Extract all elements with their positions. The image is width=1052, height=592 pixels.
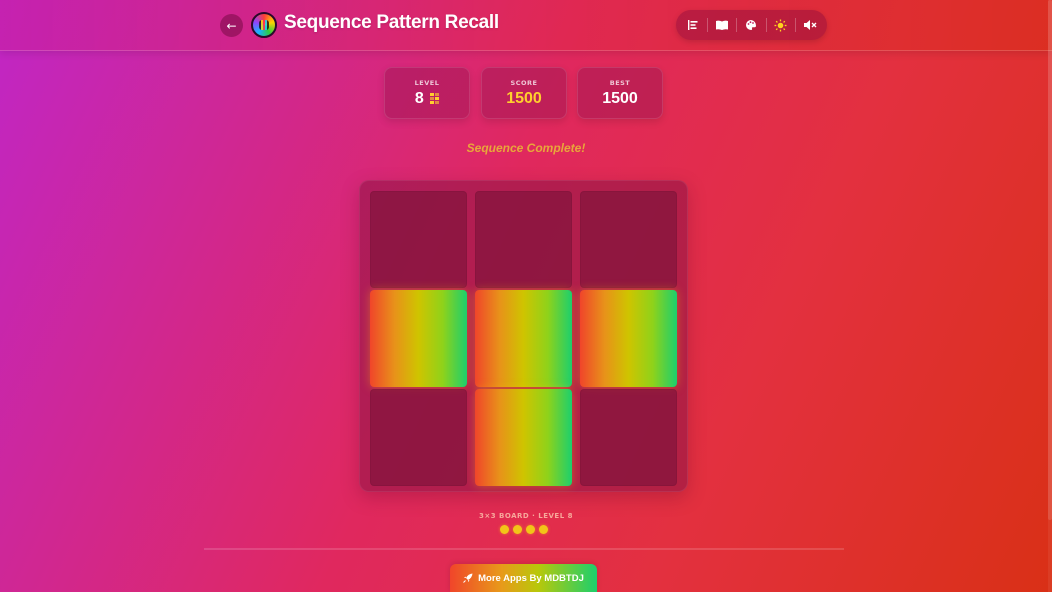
arrow-left-icon: ←	[226, 18, 237, 33]
level-value: 8	[414, 90, 424, 107]
progress-dots	[500, 525, 548, 534]
board-tile-2-1[interactable]	[475, 389, 572, 486]
book-icon	[716, 20, 729, 30]
board-tile-1-0[interactable]	[370, 290, 467, 387]
sound-toggle-button[interactable]	[799, 14, 821, 36]
theme-button[interactable]	[740, 14, 762, 36]
palette-icon	[746, 20, 757, 30]
app-logo-icon	[251, 12, 277, 38]
rocket-icon	[463, 573, 473, 583]
toolbar-divider	[706, 18, 708, 32]
progress-dot	[500, 525, 509, 534]
best-card: BEST 1500	[577, 67, 663, 119]
more-apps-label: More Apps By MDBTDJ	[478, 572, 584, 584]
rules-button[interactable]	[711, 14, 733, 36]
toolbar-divider	[736, 18, 738, 32]
board-tile-0-1[interactable]	[475, 191, 572, 288]
progress-dot	[513, 525, 522, 534]
sun-icon	[774, 19, 787, 31]
board-tile-1-1[interactable]	[475, 290, 572, 387]
game-board	[359, 180, 688, 492]
page-scrollbar[interactable]	[1048, 0, 1052, 592]
score-card: SCORE 1500	[481, 67, 567, 119]
toolbar-divider	[765, 18, 767, 32]
board-tile-1-2[interactable]	[580, 290, 677, 387]
best-label: BEST	[609, 79, 631, 87]
grid-icon	[430, 93, 440, 105]
more-apps-button[interactable]: More Apps By MDBTDJ	[450, 564, 597, 592]
board-tile-2-0[interactable]	[370, 389, 467, 486]
board-tile-2-2[interactable]	[580, 389, 677, 486]
progress-dot	[526, 525, 535, 534]
header-toolbar	[676, 10, 827, 40]
back-button[interactable]: ←	[220, 14, 243, 37]
footer-divider	[204, 548, 844, 550]
toolbar-divider	[795, 18, 797, 32]
mute-icon	[804, 20, 817, 30]
scrollbar-thumb[interactable]	[1048, 0, 1052, 520]
page-title: Sequence Pattern Recall	[284, 12, 499, 33]
score-label: SCORE	[510, 79, 538, 87]
progress-dot	[539, 525, 548, 534]
board-info: 3×3 BOARD · LEVEL 8	[478, 512, 573, 520]
board-tile-0-0[interactable]	[370, 191, 467, 288]
best-value: 1500	[602, 90, 638, 107]
level-label: LEVEL	[414, 79, 440, 87]
leaderboard-icon	[687, 20, 698, 30]
score-value: 1500	[506, 90, 542, 107]
leaderboard-button[interactable]	[682, 14, 704, 36]
board-tile-0-2[interactable]	[580, 191, 677, 288]
level-value-row: 8	[385, 90, 469, 108]
level-card: LEVEL 8	[384, 67, 470, 119]
app-header: ← Sequence Pattern Recall	[0, 0, 1052, 51]
status-message: Sequence Complete!	[466, 141, 586, 155]
brightness-button[interactable]	[770, 14, 792, 36]
